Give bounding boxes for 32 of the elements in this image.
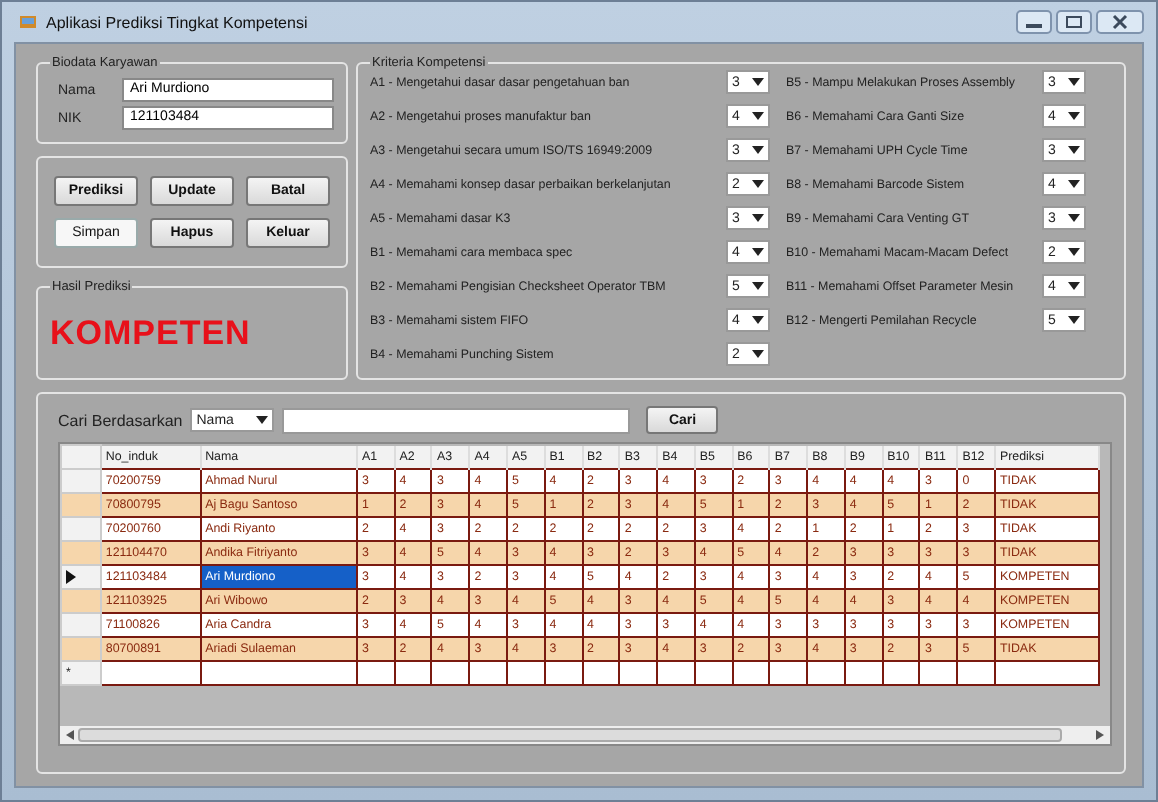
caret-icon: [752, 146, 764, 154]
caret-icon: [1068, 214, 1080, 222]
scroll-thumb[interactable]: [78, 728, 1062, 742]
caret-icon: [1068, 180, 1080, 188]
caret-icon: [752, 112, 764, 120]
caret-icon: [1068, 146, 1080, 154]
minimize-icon[interactable]: [1016, 10, 1052, 34]
caret-icon: [1068, 248, 1080, 256]
caret-icon: [256, 416, 269, 424]
search-label: Cari Berdasarkan: [58, 411, 183, 429]
caret-icon: [752, 248, 764, 256]
row-header[interactable]: [61, 565, 101, 589]
maximize-icon[interactable]: [1056, 10, 1092, 34]
caret-icon: [1068, 112, 1080, 120]
horizontal-scrollbar[interactable]: [60, 726, 1110, 744]
close-icon[interactable]: [1096, 10, 1144, 34]
caret-icon: [1068, 78, 1080, 86]
prediction-result: KOMPETEN: [50, 312, 251, 354]
caret-icon: [752, 78, 764, 86]
search-field[interactable]: [282, 407, 631, 433]
current-row-icon: [66, 570, 76, 584]
window-title: Aplikasi Prediksi Tingkat Kompetensi: [46, 13, 308, 31]
caret-icon: [752, 180, 764, 188]
caret-icon: [1068, 316, 1080, 324]
caret-icon: [752, 214, 764, 222]
caret-icon: [1068, 282, 1080, 290]
scroll-right-icon[interactable]: [1096, 730, 1104, 740]
caret-icon: [752, 316, 764, 324]
caret-icon: [752, 282, 764, 290]
scroll-left-icon[interactable]: [66, 730, 74, 740]
caret-icon: [752, 350, 764, 358]
app-icon: [18, 12, 38, 32]
